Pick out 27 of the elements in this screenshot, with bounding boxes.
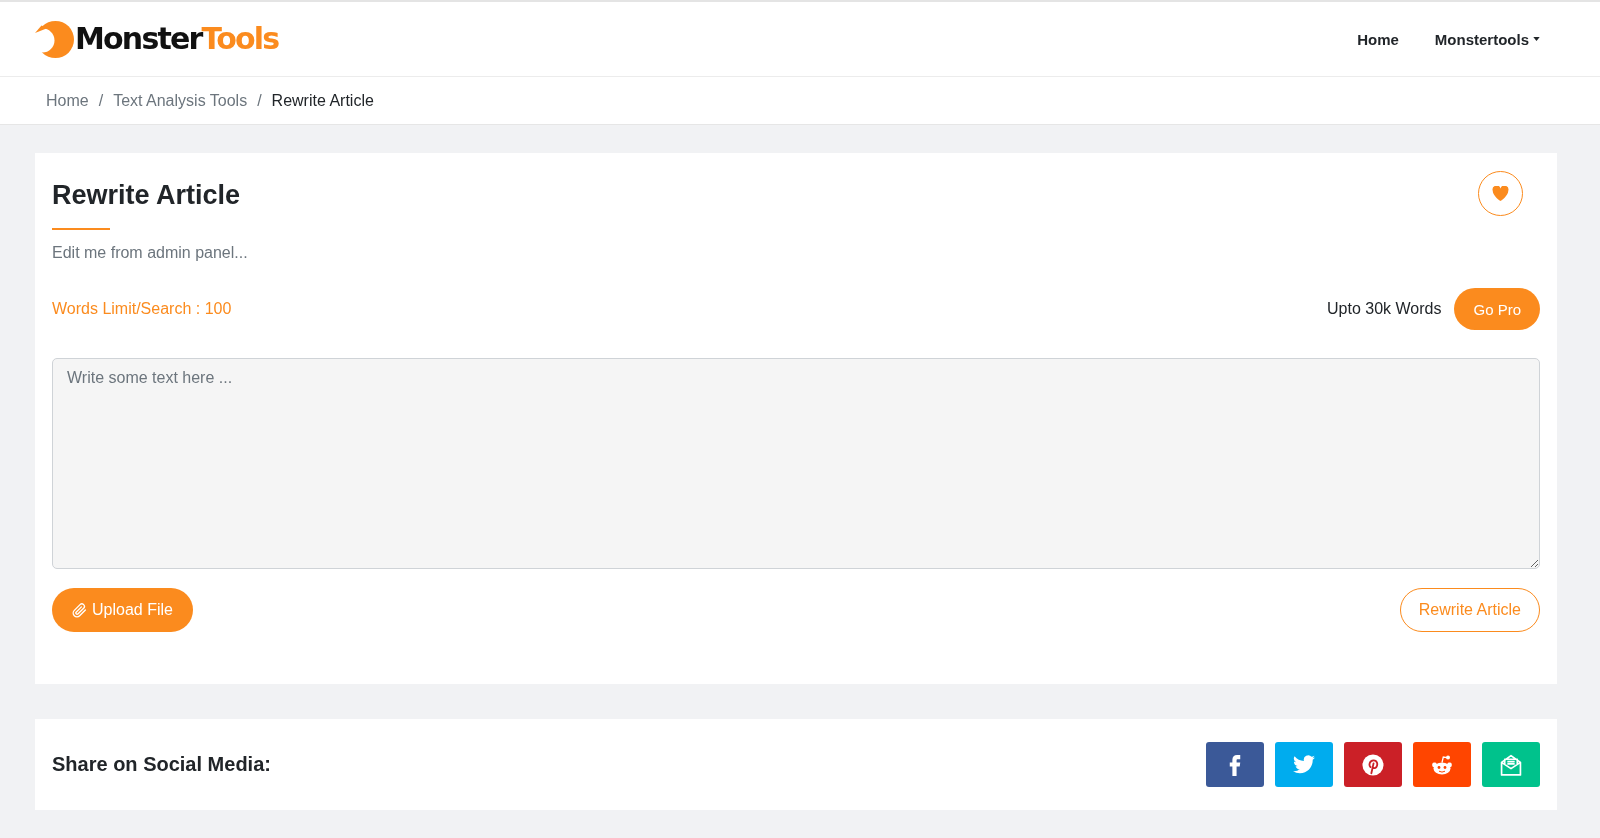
logo-text[interactable]: MonsterTools	[75, 24, 279, 54]
nav-dropdown[interactable]: Monstertools	[1434, 30, 1540, 48]
share-button[interactable]	[1413, 742, 1471, 787]
reddit-alien-icon	[1431, 753, 1453, 776]
upgrade-note: Upto 30k Words	[1327, 300, 1442, 318]
breadcrumb-link[interactable]: Text Analysis Tools	[113, 91, 248, 110]
pinterest-icon	[1362, 753, 1384, 776]
nav-link[interactable]: Home	[1357, 30, 1399, 48]
rewrite-article-button[interactable]: Rewrite Article	[1399, 588, 1540, 632]
share-button[interactable]	[1206, 742, 1264, 787]
share-heading: Share on Social Media:	[52, 753, 271, 776]
crescent-logo-icon	[35, 19, 74, 59]
breadcrumb-separator: /	[256, 91, 263, 110]
share-button[interactable]	[1344, 742, 1402, 787]
page-title: Rewrite Article	[52, 179, 242, 212]
breadcrumb-separator: /	[97, 91, 105, 110]
caret-icon	[1533, 37, 1540, 41]
heart-icon	[1492, 186, 1509, 201]
favorite-button[interactable]	[1478, 171, 1523, 216]
breadcrumb-link[interactable]: Home	[46, 91, 89, 110]
tool-description: Edit me from admin panel...	[52, 243, 248, 263]
text-input-area[interactable]: Write some text here ...	[52, 358, 1540, 569]
twitter-bird-icon	[1292, 754, 1316, 775]
breadcrumb-current: Rewrite Article	[271, 91, 374, 110]
word-limit-text: Words Limit/Search : 100	[52, 300, 232, 318]
envelope-icon	[1500, 753, 1522, 776]
paperclip-icon	[72, 602, 87, 618]
